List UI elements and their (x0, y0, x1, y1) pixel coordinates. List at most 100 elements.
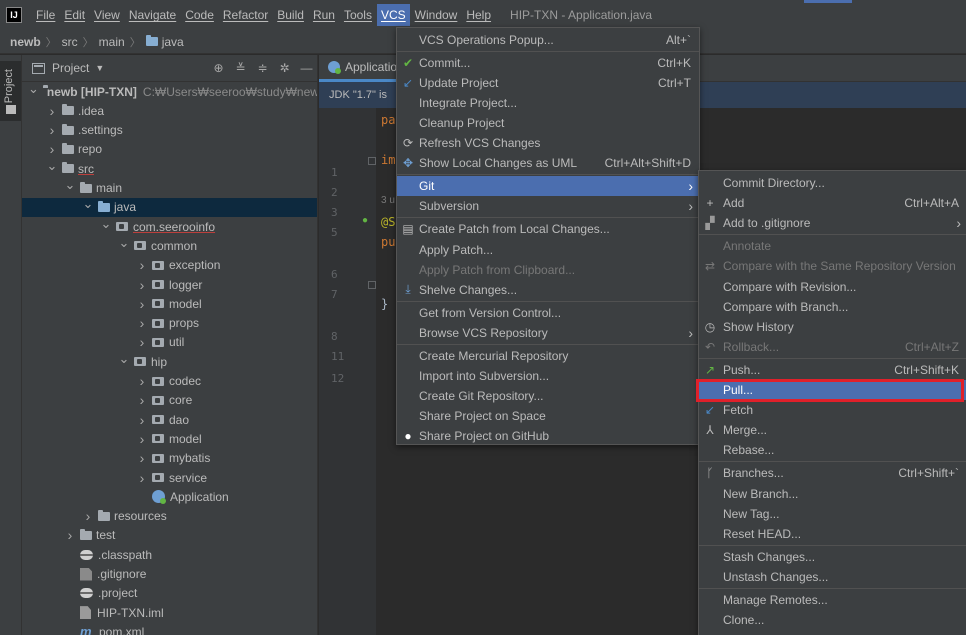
menu-item-reset-head[interactable]: Reset HEAD... (699, 524, 966, 544)
menu-item-merge[interactable]: ⅄ Merge... (699, 420, 966, 440)
menu-item-pull[interactable]: Pull... (699, 380, 966, 400)
tree-row-repo[interactable]: › repo (22, 140, 317, 159)
tree-row-src[interactable]: ⌄ src (22, 158, 317, 178)
fold-toggle-icon[interactable] (368, 281, 376, 289)
menu-item-create-mercurial-repository[interactable]: Create Mercurial Repository (397, 346, 699, 366)
chevron-down-icon[interactable]: ⌄ (100, 216, 112, 232)
menu-help[interactable]: Help (462, 4, 495, 26)
menu-item-browse-vcs-repository[interactable]: Browse VCS Repository › (397, 323, 699, 343)
menu-run[interactable]: Run (309, 4, 339, 26)
menu-item-new-branch[interactable]: New Branch... (699, 484, 966, 504)
menu-item-compare-with-branch[interactable]: Compare with Branch... (699, 297, 966, 317)
menu-item-show-history[interactable]: ◷ Show History (699, 317, 966, 337)
tree-row-logger[interactable]: › logger (22, 275, 317, 294)
menu-item-subversion[interactable]: Subversion › (397, 196, 699, 216)
tree-row-model[interactable]: › model (22, 294, 317, 313)
chevron-right-icon[interactable]: › (136, 470, 148, 486)
menu-item-new-tag[interactable]: New Tag... (699, 504, 966, 524)
menu-item-integrate-project[interactable]: Integrate Project... (397, 93, 699, 113)
menu-item-rebase[interactable]: Rebase... (699, 440, 966, 460)
tree-row-props[interactable]: › props (22, 314, 317, 333)
menu-navigate[interactable]: Navigate (125, 4, 180, 26)
chevron-right-icon[interactable]: › (136, 450, 148, 466)
chevron-right-icon[interactable]: › (136, 373, 148, 389)
menu-item-compare-with-revision[interactable]: Compare with Revision... (699, 277, 966, 297)
tree-row-test[interactable]: › test (22, 526, 317, 545)
chevron-right-icon[interactable]: › (136, 257, 148, 273)
menu-vcs[interactable]: VCS (376, 4, 410, 26)
breadcrumb-src[interactable]: src (62, 35, 78, 49)
chevron-down-icon[interactable]: ⌄ (28, 81, 39, 97)
menu-item-show-local-changes-as-uml[interactable]: ✥ Show Local Changes as UML Ctrl+Alt+Shift… (397, 153, 699, 173)
menu-item-vcs-operations-popup[interactable]: VCS Operations Popup... Alt+` (397, 30, 699, 50)
menu-item-git[interactable]: Git › (397, 176, 699, 197)
menu-item-create-patch-from-local-changes[interactable]: ▤ Create Patch from Local Changes... (397, 219, 699, 239)
tree-row-java[interactable]: ⌄ java (22, 196, 317, 217)
chevron-right-icon[interactable]: › (136, 334, 148, 350)
tree-row-pom-xml[interactable]: m pom.xml (22, 622, 317, 635)
chevron-down-icon[interactable]: ⌄ (64, 177, 76, 193)
menu-item-cleanup-project[interactable]: Cleanup Project (397, 113, 699, 133)
menu-item-add[interactable]: + Add Ctrl+Alt+A (699, 193, 966, 213)
tab-application[interactable]: Applicatio (319, 55, 401, 82)
menu-item-shelve-changes[interactable]: ⤓ Shelve Changes... (397, 280, 699, 300)
menu-view[interactable]: View (90, 4, 124, 26)
menu-item-refresh-vcs-changes[interactable]: ⟳ Refresh VCS Changes (397, 133, 699, 153)
chevron-right-icon[interactable]: › (136, 296, 148, 312)
menu-code[interactable]: Code (181, 4, 218, 26)
menu-item-commit-directory[interactable]: Commit Directory... (699, 173, 966, 193)
tree-row-model[interactable]: › model (22, 429, 317, 448)
chevron-down-icon[interactable]: ⌄ (82, 196, 94, 212)
tree-row-gitignore[interactable]: .gitignore (22, 565, 317, 584)
tree-row-main[interactable]: ⌄ main (22, 177, 317, 198)
tree-row-resources[interactable]: › resources (22, 507, 317, 526)
chevron-right-icon[interactable]: › (82, 508, 94, 524)
tree-row-settings[interactable]: › .settings (22, 121, 317, 140)
tree-row-hip-txn-iml[interactable]: HIP-TXN.iml (22, 603, 317, 622)
menu-file[interactable]: File (32, 4, 59, 26)
menu-item-share-project-on-space[interactable]: Share Project on Space (397, 406, 699, 426)
collapse-all-icon[interactable]: ≑ (256, 61, 269, 75)
menu-item-update-project[interactable]: ↙ Update Project Ctrl+T (397, 73, 699, 93)
tree-row-hip[interactable]: ⌄ hip (22, 351, 317, 371)
chevron-right-icon[interactable]: › (136, 431, 148, 447)
breadcrumb-main[interactable]: main (99, 35, 125, 49)
menu-item-manage-remotes[interactable]: Manage Remotes... (699, 590, 966, 610)
locate-target-icon[interactable]: ⊕ (212, 61, 225, 75)
gear-icon[interactable]: ✲ (278, 61, 291, 75)
spring-bean-icon[interactable]: ● (362, 215, 368, 226)
menu-tools[interactable]: Tools (340, 4, 376, 26)
tree-row-classpath[interactable]: .classpath (22, 545, 317, 564)
tree-row-project[interactable]: .project (22, 584, 317, 603)
hide-icon[interactable]: — (300, 61, 313, 75)
tree-row-newb-hip-txn[interactable]: ⌄ newb [HIP-TXN] C:₩Users₩seeroo₩study₩new… (22, 81, 317, 101)
menu-item-push[interactable]: ↗ Push... Ctrl+Shift+K (699, 360, 966, 380)
menu-item-commit[interactable]: ✔ Commit... Ctrl+K (397, 53, 699, 73)
chevron-right-icon[interactable]: › (136, 277, 148, 293)
chevron-right-icon[interactable]: › (46, 122, 58, 138)
breadcrumb-java[interactable]: java (162, 35, 184, 49)
fold-toggle-icon[interactable] (368, 157, 376, 165)
tree-row-codec[interactable]: › codec (22, 372, 317, 391)
menu-item-clone[interactable]: Clone... (699, 610, 966, 630)
tree-row-exception[interactable]: › exception (22, 256, 317, 275)
tree-row-application[interactable]: Application (22, 487, 317, 506)
menu-item-unstash-changes[interactable]: Unstash Changes... (699, 567, 966, 587)
menu-window[interactable]: Window (411, 4, 462, 26)
expand-all-icon[interactable]: ≚ (234, 61, 247, 75)
chevron-down-icon[interactable]: ▼ (95, 63, 104, 73)
chevron-right-icon[interactable]: › (64, 527, 76, 543)
chevron-down-icon[interactable]: ⌄ (118, 235, 130, 251)
tree-row-mybatis[interactable]: › mybatis (22, 449, 317, 468)
tree-row-core[interactable]: › core (22, 391, 317, 410)
menu-item-create-git-repository[interactable]: Create Git Repository... (397, 386, 699, 406)
menu-item-add-to-gitignore[interactable]: ▞ Add to .gitignore › (699, 213, 966, 233)
tree-row-service[interactable]: › service (22, 468, 317, 487)
menu-edit[interactable]: Edit (60, 4, 89, 26)
tree-row-dao[interactable]: › dao (22, 410, 317, 429)
tree-row-util[interactable]: › util (22, 333, 317, 352)
chevron-right-icon[interactable]: › (136, 392, 148, 408)
menu-refactor[interactable]: Refactor (219, 4, 272, 26)
chevron-right-icon[interactable]: › (136, 412, 148, 428)
menu-item-import-into-subversion[interactable]: Import into Subversion... (397, 366, 699, 386)
